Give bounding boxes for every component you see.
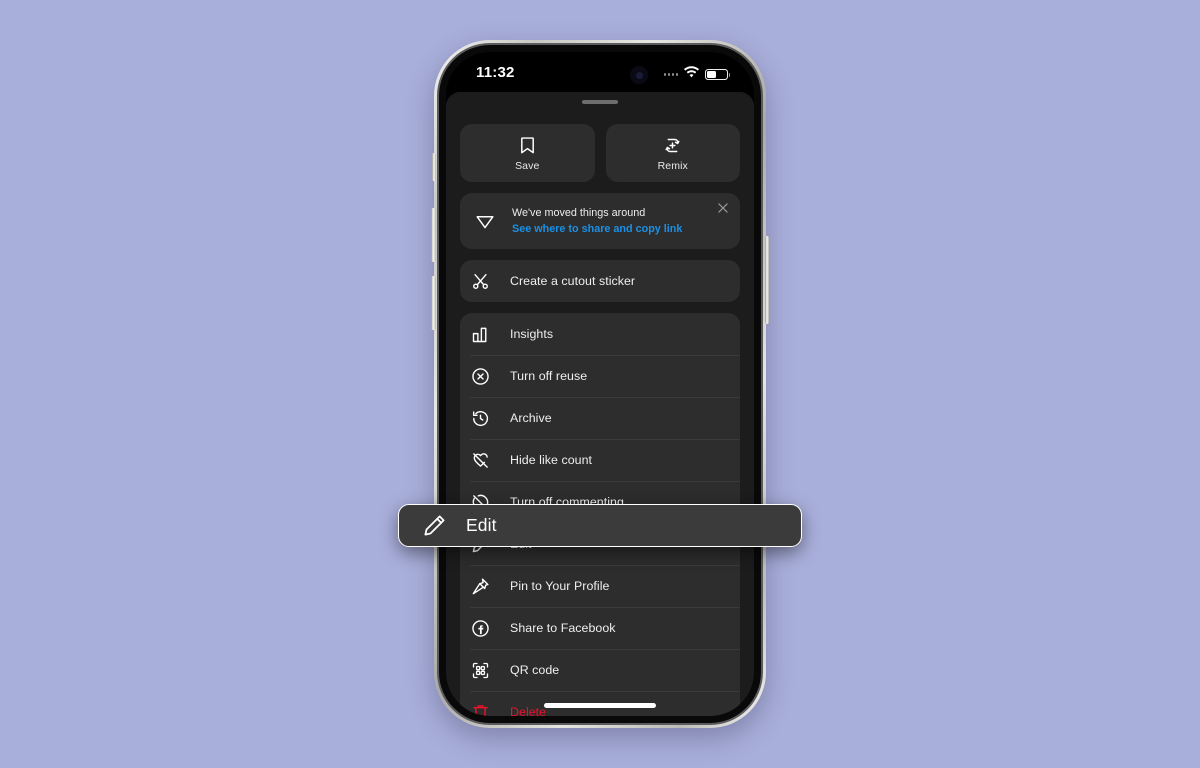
menu-item-label: Turn off reuse: [510, 369, 588, 383]
quick-action-tiles: Save Remix: [460, 124, 740, 182]
moved-things-banner[interactable]: We've moved things around See where to s…: [460, 193, 740, 249]
pin-icon: [470, 576, 491, 597]
menu-item-share-to-facebook[interactable]: Share to Facebook: [460, 607, 740, 649]
dynamic-island: [540, 63, 626, 89]
menu-item-pin-to-your-profile[interactable]: Pin to Your Profile: [460, 565, 740, 607]
status-bar-indicators: [663, 65, 731, 84]
power-button[interactable]: [764, 236, 769, 324]
menu-item-label: Hide like count: [510, 453, 593, 467]
menu-item-label: Archive: [510, 411, 552, 425]
banner-text: We've moved things around See where to s…: [512, 206, 682, 237]
menu-item-label: Pin to Your Profile: [510, 579, 610, 593]
pencil-icon: [421, 512, 448, 539]
paper-plane-icon: [474, 210, 496, 232]
scissors-icon: [470, 271, 491, 292]
menu-item-create-cutout-sticker[interactable]: Create a cutout sticker: [460, 260, 740, 302]
menu-item-label: Share to Facebook: [510, 621, 616, 635]
remix-button-label: Remix: [657, 159, 688, 172]
remix-button[interactable]: Remix: [605, 124, 740, 182]
facebook-icon: [470, 618, 491, 639]
edit-highlight-overlay[interactable]: Edit: [398, 504, 802, 547]
cutout-group: Create a cutout sticker: [460, 260, 740, 302]
trash-icon: [470, 702, 491, 716]
menu-item-archive[interactable]: Archive: [460, 397, 740, 439]
menu-item-qr-code[interactable]: QR code: [460, 649, 740, 691]
home-indicator[interactable]: [544, 703, 656, 708]
remix-icon: [662, 135, 683, 156]
status-bar-time: 11:32: [476, 64, 515, 81]
front-camera-icon: [630, 66, 648, 84]
menu-item-label: Create a cutout sticker: [510, 274, 636, 288]
banner-title: We've moved things around: [512, 206, 646, 219]
sheet-content: Save Remix We've moved things around See…: [446, 112, 754, 716]
cellular-dots-icon: [663, 73, 678, 76]
save-button[interactable]: Save: [460, 124, 595, 182]
post-options-sheet: Save Remix We've moved things around See…: [446, 92, 754, 716]
close-icon[interactable]: [716, 201, 730, 215]
phone-device: Save Remix We've moved things around See…: [431, 40, 769, 728]
volume-down-button[interactable]: [431, 276, 436, 330]
bookmark-icon: [517, 135, 538, 156]
phone-screen: Save Remix We've moved things around See…: [446, 52, 754, 716]
menu-item-label: QR code: [510, 663, 560, 677]
circle-x-icon: [470, 366, 491, 387]
qr-code-icon: [470, 660, 491, 681]
silent-switch-button[interactable]: [431, 153, 436, 181]
clock-rewind-icon: [470, 408, 491, 429]
menu-item-turn-off-reuse[interactable]: Turn off reuse: [460, 355, 740, 397]
menu-item-label: Insights: [510, 327, 554, 341]
menu-item-hide-like-count[interactable]: Hide like count: [460, 439, 740, 481]
volume-up-button[interactable]: [431, 208, 436, 262]
bar-chart-icon: [470, 324, 491, 345]
wifi-icon: [683, 65, 700, 84]
save-button-label: Save: [515, 159, 540, 172]
battery-icon: [705, 68, 731, 81]
banner-link[interactable]: See where to share and copy link: [512, 222, 682, 237]
menu-item-label: Delete: [510, 705, 547, 716]
heart-slash-icon: [470, 450, 491, 471]
edit-highlight-label: Edit: [466, 515, 497, 535]
menu-item-insights[interactable]: Insights: [460, 313, 740, 355]
sheet-drag-handle[interactable]: [582, 100, 618, 104]
